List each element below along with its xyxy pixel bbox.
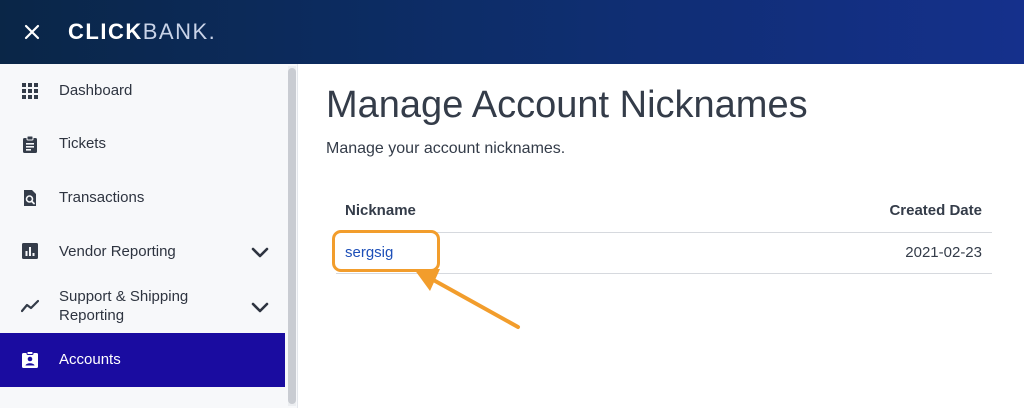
bar-chart-icon	[20, 241, 40, 261]
sidebar-item-label: Dashboard	[59, 82, 133, 99]
trend-line-icon	[20, 296, 40, 316]
top-bar: CLICK BANK.	[0, 0, 1024, 64]
sidebar-item-tickets[interactable]: Tickets	[0, 117, 285, 171]
sidebar: Dashboard Tickets Transactions Vendor Re…	[0, 64, 298, 408]
sidebar-scrollbar[interactable]	[288, 68, 296, 404]
close-menu-button[interactable]	[18, 18, 46, 46]
sidebar-item-label: Vendor Reporting	[59, 243, 176, 260]
sidebar-item-support-shipping-reporting[interactable]: Support & Shipping Reporting	[0, 279, 285, 333]
table-header-divider	[336, 232, 992, 233]
page-subtitle: Manage your account nicknames.	[326, 140, 566, 157]
logo-click-text: CLICK	[68, 19, 143, 44]
column-header-nickname[interactable]: Nickname	[345, 202, 416, 219]
close-icon	[24, 24, 40, 40]
logo-bank-text: BANK	[142, 19, 209, 44]
sidebar-item-label: Transactions	[59, 189, 145, 206]
main-content: Manage Account Nicknames Manage your acc…	[299, 64, 1024, 408]
created-date-cell: 2021-02-23	[905, 244, 982, 261]
clickbank-logo[interactable]: CLICK BANK.	[68, 18, 216, 46]
sidebar-item-label-line2: Reporting	[59, 307, 125, 324]
chevron-down-icon[interactable]	[250, 242, 270, 262]
column-header-created-date[interactable]: Created Date	[889, 202, 982, 219]
clipboard-icon	[20, 134, 40, 154]
nickname-link[interactable]: sergsig	[345, 244, 393, 261]
document-search-icon	[20, 188, 40, 208]
sidebar-item-label-line1: Support & Shipping	[59, 288, 189, 305]
sidebar-item-dashboard[interactable]: Dashboard	[0, 64, 285, 118]
sidebar-item-accounts[interactable]: Accounts	[0, 333, 285, 387]
sidebar-item-vendor-reporting[interactable]: Vendor Reporting	[0, 224, 285, 278]
page-title: Manage Account Nicknames	[326, 84, 808, 126]
grid-icon	[20, 81, 40, 101]
sidebar-item-label: Accounts	[59, 351, 121, 368]
account-badge-icon	[20, 350, 40, 370]
sidebar-item-transactions[interactable]: Transactions	[0, 171, 285, 225]
chevron-down-icon[interactable]	[250, 297, 270, 317]
table-row-divider	[336, 273, 992, 274]
sidebar-item-label: Tickets	[59, 135, 106, 152]
logo-mark: .	[208, 19, 217, 44]
